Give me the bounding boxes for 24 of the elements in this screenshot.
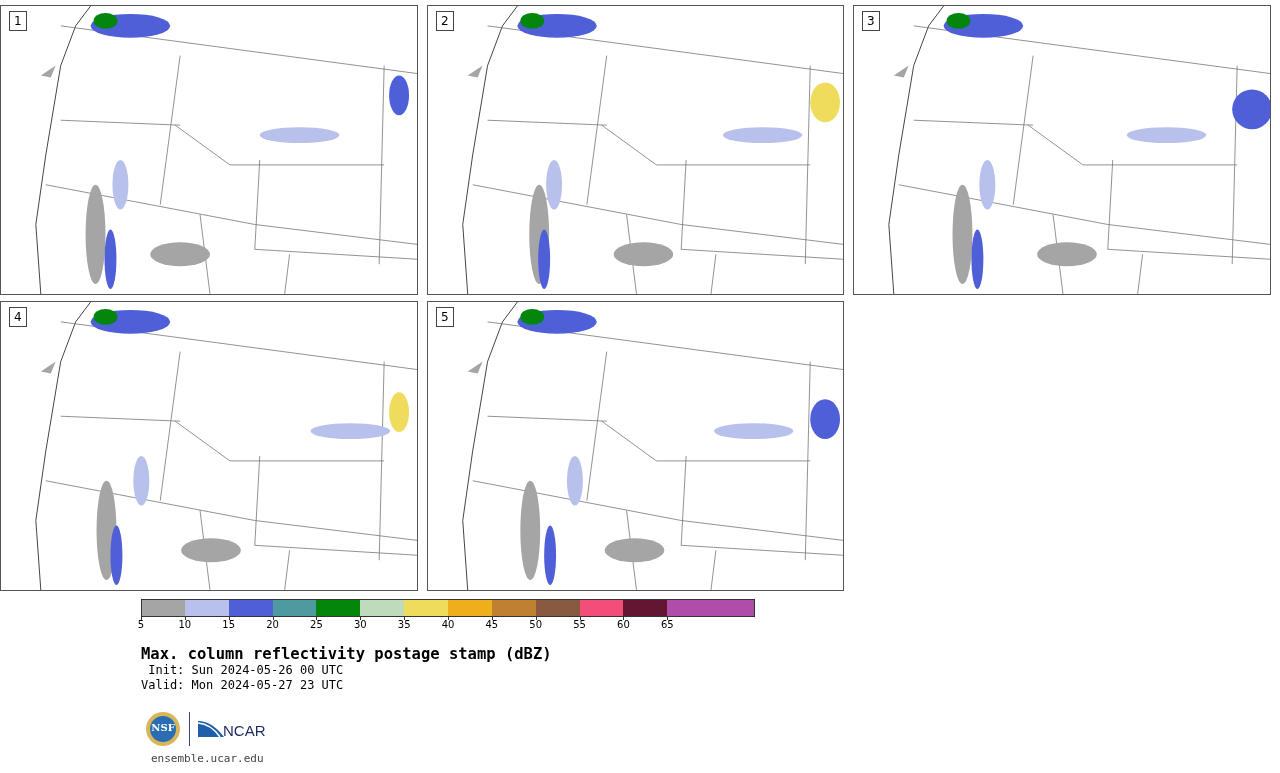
tick-label: 50 (529, 619, 543, 630)
tick-label: 25 (310, 619, 323, 630)
tick-label: 20 (266, 619, 279, 630)
tick-label: 30 (353, 619, 367, 630)
ncar-logo: NCAR (198, 719, 266, 739)
panel-number: 5 (436, 307, 454, 327)
tick-label: 65 (660, 619, 674, 630)
panel-number: 2 (436, 11, 454, 31)
panel-number: 1 (9, 11, 27, 31)
tick-label: 35 (397, 619, 411, 630)
tick-label: 40 (441, 619, 455, 630)
panel-number: 4 (9, 307, 27, 327)
tick-label: 5 (137, 619, 145, 630)
panel-number: 3 (862, 11, 880, 31)
website-url: ensemble.ucar.edu (150, 752, 265, 765)
tick-label: 55 (573, 619, 586, 630)
tick-label: 10 (178, 619, 192, 630)
nsf-logo: NSF (145, 711, 181, 747)
tick-label: 60 (617, 619, 630, 630)
chart-title: Max. column reflectivity postage stamp (dBZ) (141, 645, 553, 663)
tick-label: 45 (485, 619, 499, 630)
init-time: Init: Sun 2024-05-26 00 UTC (147, 663, 345, 678)
valid-time: Valid: Mon 2024-05-27 23 UTC (141, 678, 345, 693)
tick-label: 15 (222, 619, 236, 630)
